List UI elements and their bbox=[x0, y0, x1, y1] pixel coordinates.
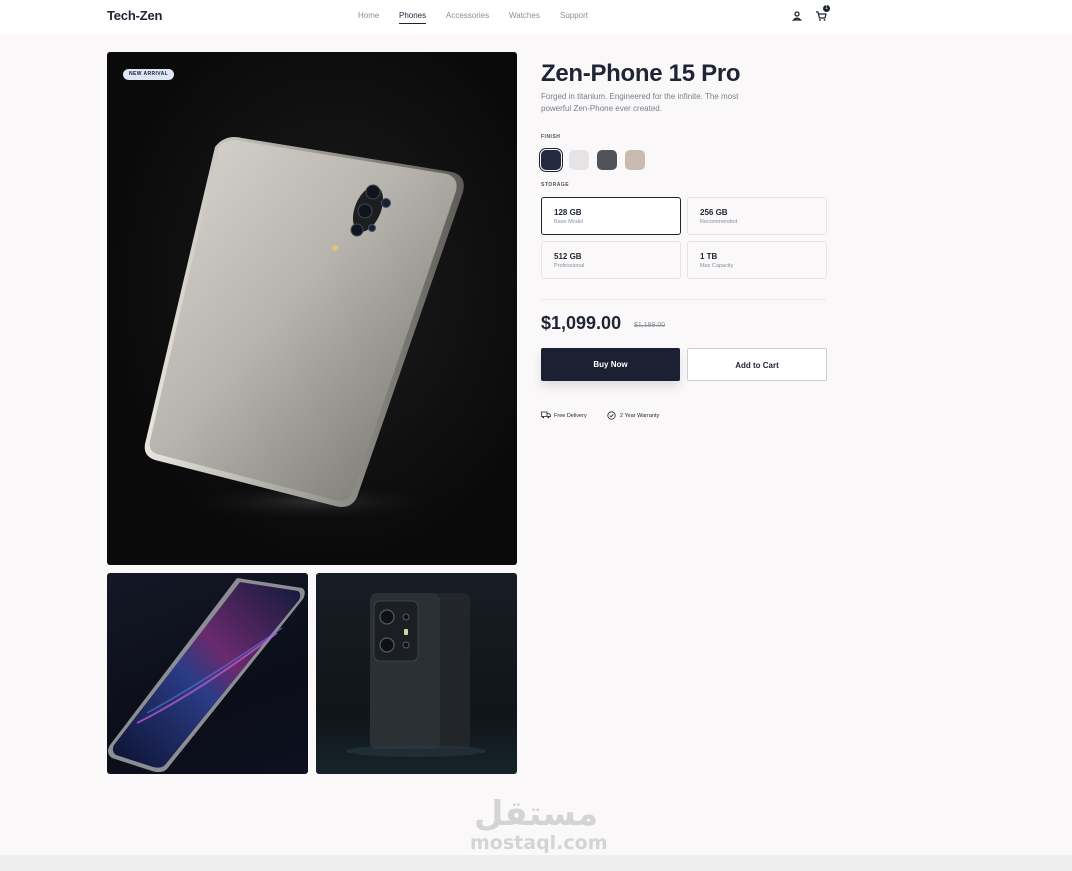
mostaql-watermark: مستقل mostaql.com bbox=[470, 794, 608, 855]
storage-size: 256 GB bbox=[700, 208, 728, 217]
finish-swatch-silver[interactable] bbox=[569, 150, 589, 170]
storage-desc: Recommended bbox=[700, 219, 738, 225]
storage-option-1tb[interactable]: 1 TB Max Capacity bbox=[687, 241, 827, 279]
check-circle-icon bbox=[607, 411, 616, 420]
original-price: $1,199.00 bbox=[634, 322, 666, 329]
thumbnail-back-view[interactable] bbox=[316, 573, 517, 774]
footer-bar bbox=[0, 855, 1072, 871]
finish-label: FINISH bbox=[541, 134, 561, 140]
new-arrival-badge: NEW ARRIVAL bbox=[123, 69, 175, 80]
storage-desc: Max Capacity bbox=[700, 263, 734, 269]
user-icon[interactable] bbox=[791, 10, 803, 22]
product-subtitle: Forged in titanium. Engineered for the i… bbox=[541, 92, 739, 113]
storage-option-256gb[interactable]: 256 GB Recommended bbox=[687, 197, 827, 235]
buy-now-button[interactable]: Buy Now bbox=[541, 348, 680, 381]
phone-front-illustration bbox=[107, 578, 305, 773]
finish-swatch-sand[interactable] bbox=[625, 150, 645, 170]
storage-size: 512 GB bbox=[554, 252, 582, 261]
storage-size: 128 GB bbox=[554, 208, 582, 217]
storage-desc: Base Model bbox=[554, 219, 584, 225]
storage-option-128gb[interactable]: 128 GB Base Model bbox=[541, 197, 681, 235]
watermark-latin: mostaql.com bbox=[470, 832, 608, 854]
nav-link-watches[interactable]: Watches bbox=[509, 11, 540, 20]
phone-back-dark-illustration bbox=[346, 593, 486, 757]
main-product-image[interactable] bbox=[107, 52, 517, 565]
product-title: Zen-Phone 15 Pro bbox=[541, 60, 741, 87]
nav-link-phones[interactable]: Phones bbox=[399, 11, 427, 24]
nav-link-support[interactable]: Support bbox=[560, 11, 588, 20]
nav-link-home[interactable]: Home bbox=[358, 11, 379, 20]
cart-count-badge: 1 bbox=[823, 5, 830, 12]
storage-size: 1 TB bbox=[700, 252, 718, 261]
section-divider bbox=[541, 299, 826, 300]
current-price: $1,099.00 bbox=[541, 313, 622, 333]
phone-back-illustration bbox=[144, 137, 464, 524]
main-nav: Home Phones Accessories Watches Support bbox=[0, 0, 1072, 35]
finish-swatch-graphite[interactable] bbox=[597, 150, 617, 170]
finish-swatch-navy[interactable] bbox=[541, 150, 561, 170]
nav-link-accessories[interactable]: Accessories bbox=[446, 11, 489, 20]
storage-label: STORAGE bbox=[541, 182, 570, 188]
feature-label: Free Delivery bbox=[554, 413, 587, 419]
feature-label: 2 Year Warranty bbox=[620, 413, 660, 419]
thumbnail-front-view[interactable] bbox=[107, 573, 308, 774]
storage-option-512gb[interactable]: 512 GB Professional bbox=[541, 241, 681, 279]
watermark-arabic: مستقل bbox=[473, 794, 599, 834]
top-navbar: Tech-Zen Home Phones Accessories Watches… bbox=[0, 0, 1072, 35]
truck-icon bbox=[541, 411, 551, 419]
storage-desc: Professional bbox=[554, 263, 585, 269]
add-to-cart-button[interactable]: Add to Cart bbox=[687, 348, 827, 381]
